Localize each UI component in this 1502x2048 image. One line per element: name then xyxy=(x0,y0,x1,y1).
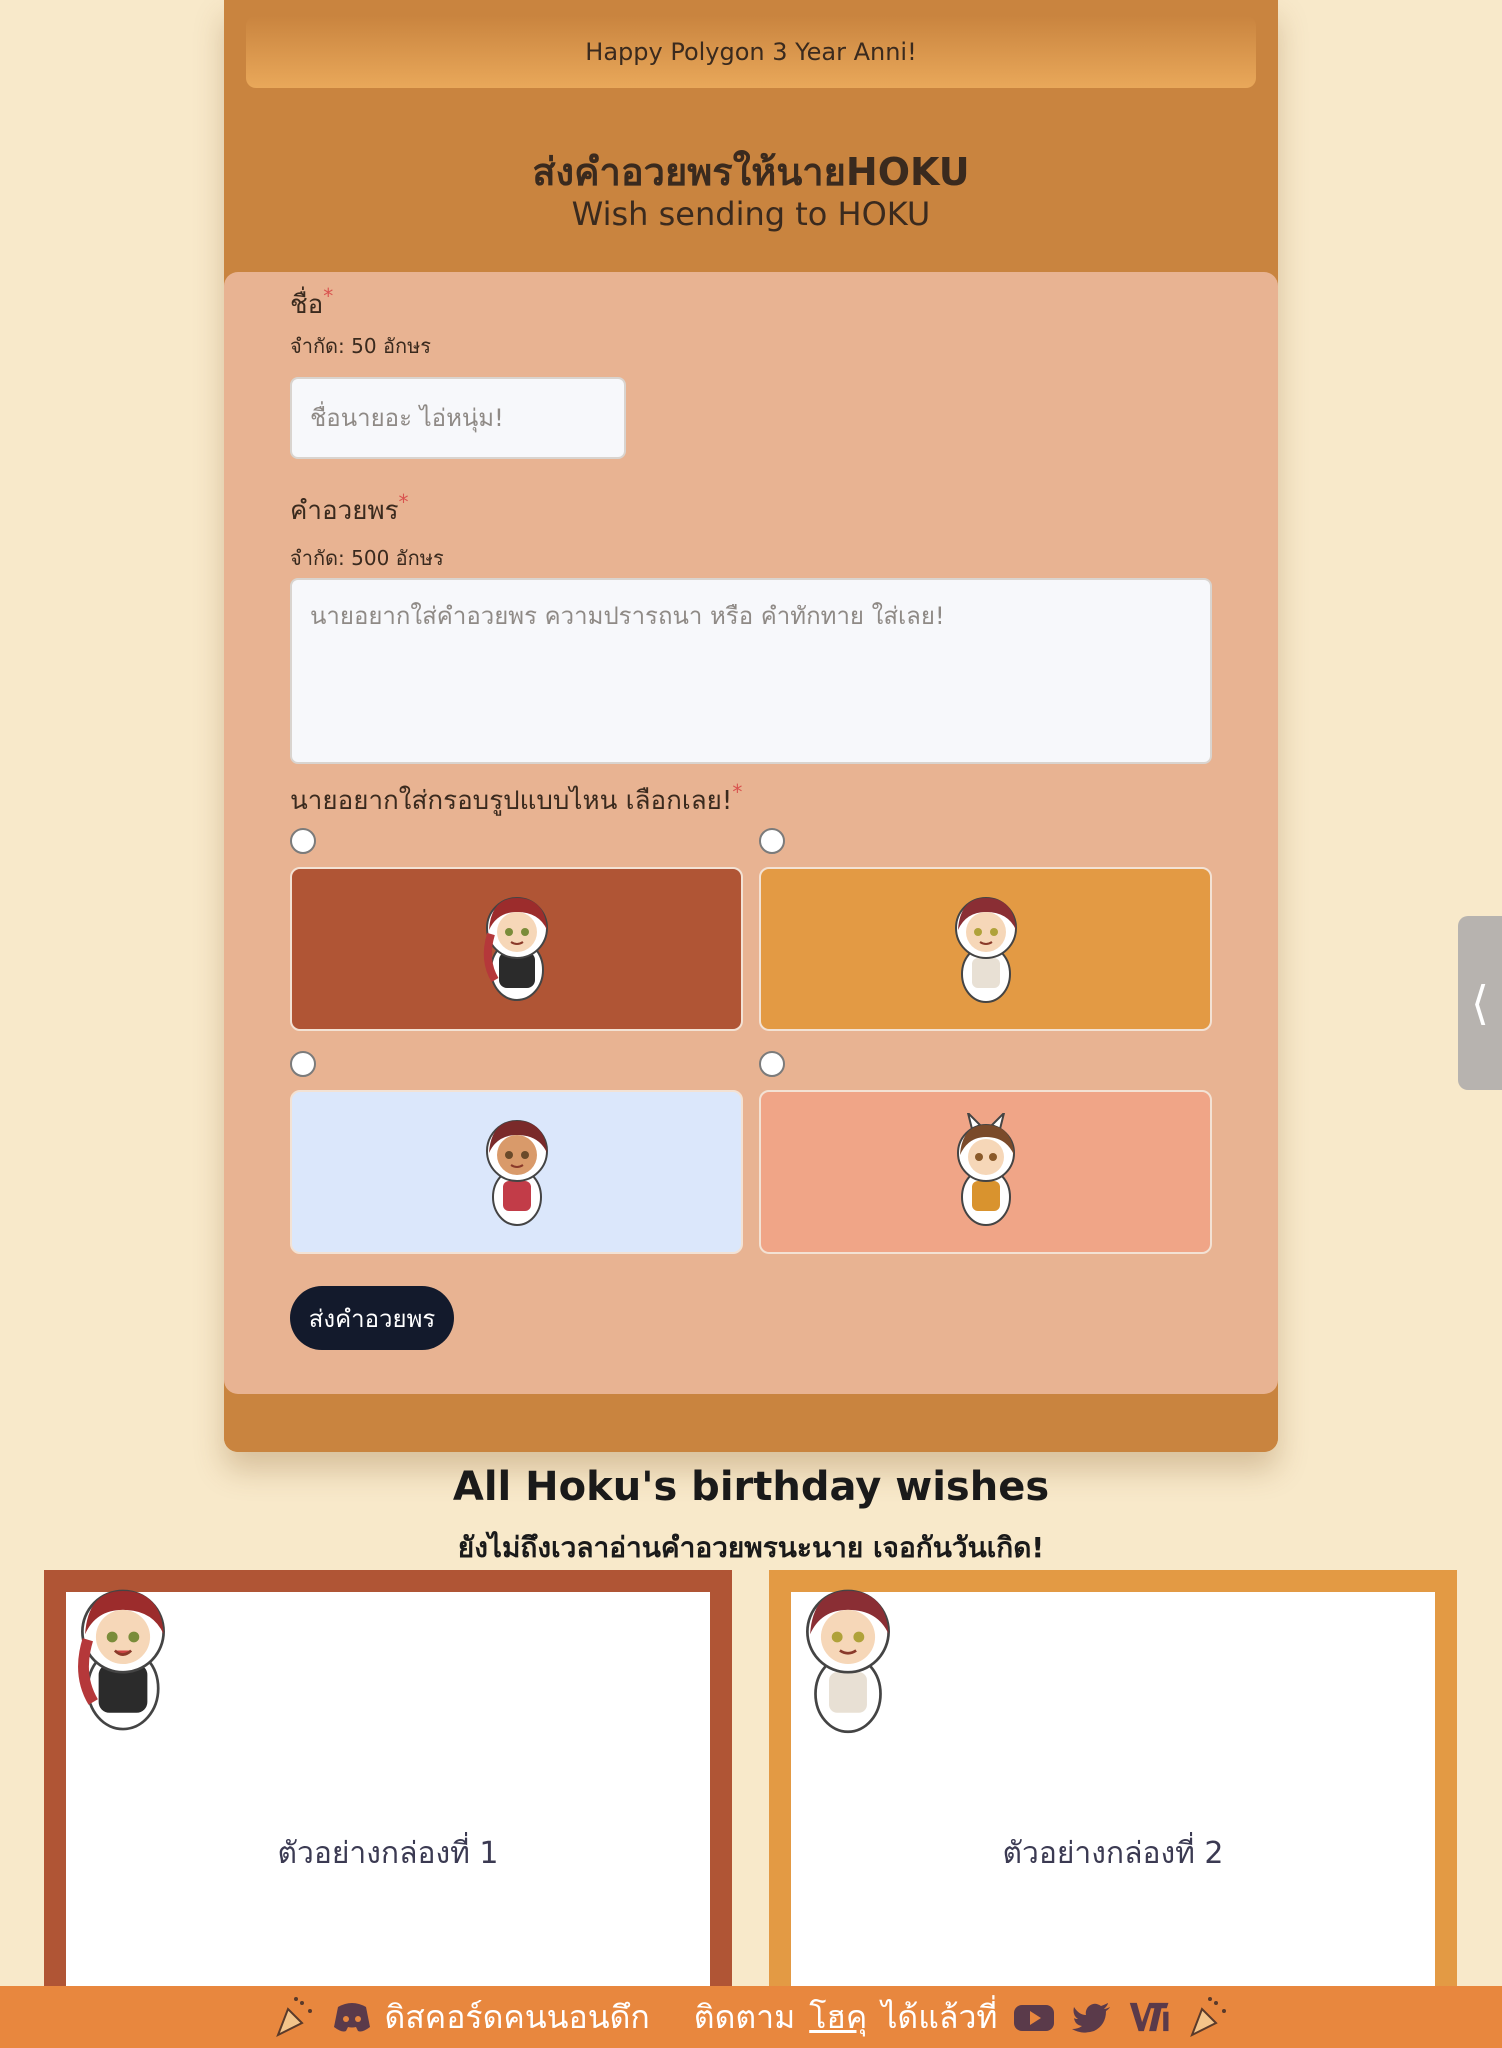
wish-label-text: คำอวยพร xyxy=(290,496,399,526)
vti-logo-icon[interactable] xyxy=(1128,1995,1172,2039)
heading-english: Wish sending to HOKU xyxy=(571,195,931,233)
hoku-chibi-image xyxy=(806,1589,890,1734)
party-popper-icon xyxy=(276,1997,313,2038)
name-limit-hint: จำกัด: 50 อักษร xyxy=(290,334,431,358)
heading-thai: ส่งคำอวยพรให้นายHOKU xyxy=(532,150,970,194)
name-label: ชื่อ* xyxy=(290,284,333,325)
hoku-chibi-image xyxy=(954,897,1017,1003)
frame-option-1[interactable] xyxy=(290,867,743,1031)
frame-option-3[interactable] xyxy=(290,1090,743,1254)
hoku-link[interactable]: โฮคุ xyxy=(809,1992,867,2043)
required-marker: * xyxy=(323,284,334,308)
submit-wish-button[interactable]: ส่งคำอวยพร xyxy=(290,1286,454,1350)
required-marker: * xyxy=(732,780,743,804)
discord-link[interactable]: ดิสคอร์ดคนนอนดึก xyxy=(330,1992,650,2043)
form-heading: ส่งคำอวยพรให้นายHOKU Wish sending to HOK… xyxy=(224,150,1278,234)
wish-limit-hint: จำกัด: 500 อักษร xyxy=(290,546,444,570)
name-label-text: ชื่อ xyxy=(290,290,324,320)
discord-icon xyxy=(334,2003,371,2032)
frame-radio-4[interactable] xyxy=(759,1051,785,1077)
wish-textarea[interactable] xyxy=(290,578,1212,764)
required-marker: * xyxy=(398,490,409,514)
wishes-title: All Hoku's birthday wishes xyxy=(452,1464,1050,1510)
frame-choice-label: นายอยากใส่กรอบรูปแบบไหน เลือกเลย!* xyxy=(290,780,742,821)
frame-radio-1[interactable] xyxy=(290,828,316,854)
frame-radio-2[interactable] xyxy=(759,828,785,854)
wish-box-text: ตัวอย่างกล่องที่ 1 xyxy=(277,1836,499,1871)
anniversary-banner: Happy Polygon 3 Year Anni! xyxy=(246,16,1256,88)
follow-suffix: ได้แล้วที่ xyxy=(881,1997,998,2036)
frame-option-2[interactable] xyxy=(759,867,1212,1031)
discord-text: ดิสคอร์ดคนนอนดึก xyxy=(384,1997,650,2036)
hoku-chibi-image xyxy=(956,1113,1015,1226)
name-input[interactable] xyxy=(290,377,626,459)
wish-label: คำอวยพร* xyxy=(290,490,409,531)
frame-radio-3[interactable] xyxy=(290,1051,316,1077)
wish-box-1: ตัวอย่างกล่องที่ 1 xyxy=(44,1570,732,2048)
hoku-chibi-image xyxy=(483,897,548,1001)
party-popper-icon xyxy=(1189,1997,1226,2038)
wish-box-text: ตัวอย่างกล่องที่ 2 xyxy=(1002,1836,1224,1871)
side-panel-toggle[interactable]: ⟨ xyxy=(1458,916,1502,1090)
frame-choice-label-text: นายอยากใส่กรอบรูปแบบไหน เลือกเลย! xyxy=(290,786,733,816)
wishes-subtitle: ยังไม่ถึงเวลาอ่านคำอวยพรนะนาย เจอกันวันเ… xyxy=(457,1531,1045,1564)
twitter-icon[interactable] xyxy=(1070,1995,1114,2039)
follow-prefix: ติดตาม xyxy=(693,1997,796,2036)
footer-bar: ดิสคอร์ดคนนอนดึก ติดตาม โฮคุ ได้แล้วที่ xyxy=(0,1986,1502,2048)
youtube-icon[interactable] xyxy=(1012,1995,1056,2039)
wish-box-2: ตัวอย่างกล่องที่ 2 xyxy=(769,1570,1457,2048)
chevron-left-icon: ⟨ xyxy=(1471,976,1489,1030)
hoku-chibi-image xyxy=(78,1589,165,1731)
frame-option-4[interactable] xyxy=(759,1090,1212,1254)
hoku-chibi-image xyxy=(485,1120,548,1226)
